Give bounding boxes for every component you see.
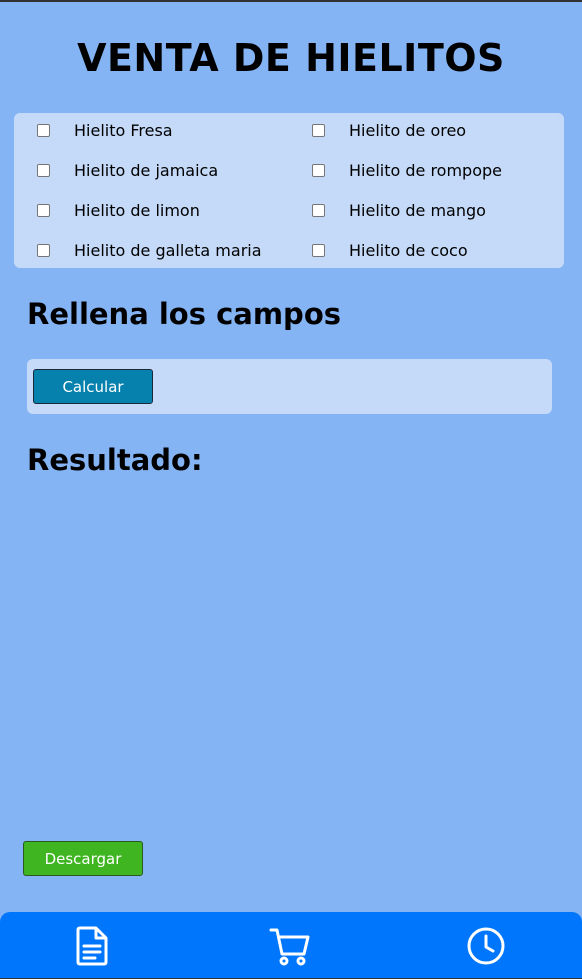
flavor-checkbox[interactable] [37, 163, 50, 177]
flavor-option[interactable]: Hielito Fresa [37, 118, 173, 142]
flavor-checkbox[interactable] [312, 123, 325, 137]
form-heading: Rellena los campos [27, 297, 342, 331]
flavor-label: Hielito de coco [349, 240, 468, 260]
flavor-label: Hielito Fresa [74, 120, 173, 140]
flavor-options-panel: Hielito Fresa Hielito de oreo Hielito de… [14, 113, 564, 268]
flavor-option[interactable]: Hielito de galleta maria [37, 238, 262, 262]
flavor-label: Hielito de limon [74, 200, 200, 220]
bottom-navbar [0, 912, 582, 978]
download-button[interactable]: Descargar [23, 841, 143, 876]
nav-cart-button[interactable] [268, 924, 312, 968]
flavor-option[interactable]: Hielito de limon [37, 198, 200, 222]
calculate-button[interactable]: Calcular [33, 369, 153, 404]
flavor-label: Hielito de oreo [349, 120, 467, 140]
flavor-option[interactable]: Hielito de rompope [312, 158, 502, 182]
result-heading: Resultado: [27, 443, 203, 477]
flavor-checkbox[interactable] [37, 243, 50, 257]
document-icon [76, 926, 108, 966]
flavor-checkbox[interactable] [312, 163, 325, 177]
flavor-checkbox[interactable] [37, 203, 50, 217]
flavor-checkbox[interactable] [312, 243, 325, 257]
nav-history-button[interactable] [464, 924, 508, 968]
page-title: VENTA DE HIELITOS [77, 36, 505, 80]
flavor-label: Hielito de mango [349, 200, 486, 220]
flavor-option[interactable]: Hielito de jamaica [37, 158, 218, 182]
flavor-option[interactable]: Hielito de coco [312, 238, 468, 262]
clock-icon [467, 927, 505, 965]
flavor-option[interactable]: Hielito de mango [312, 198, 486, 222]
flavor-label: Hielito de rompope [349, 160, 502, 180]
calculate-panel: Calcular [27, 359, 552, 414]
flavor-checkbox[interactable] [37, 123, 50, 137]
flavor-option[interactable]: Hielito de oreo [312, 118, 466, 142]
cart-icon [269, 928, 310, 966]
flavor-label: Hielito de jamaica [74, 160, 219, 180]
flavor-checkbox[interactable] [312, 203, 325, 217]
nav-document-button[interactable] [70, 924, 114, 968]
flavor-label: Hielito de galleta maria [74, 240, 262, 260]
